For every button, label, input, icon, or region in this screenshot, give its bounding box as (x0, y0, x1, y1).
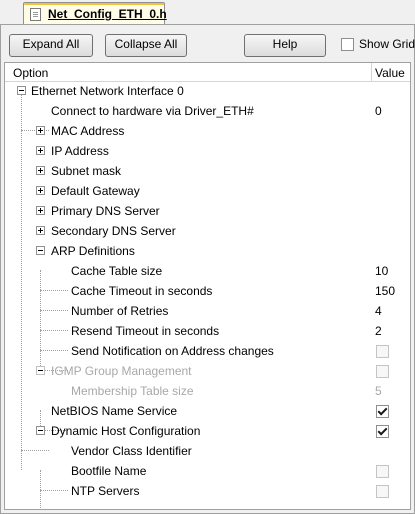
tree-row-number-of-retries[interactable]: Number of Retries 4 (5, 301, 410, 321)
tree-row-netbios-name-service[interactable]: NetBIOS Name Service (5, 401, 410, 421)
collapse-all-button[interactable]: Collapse All (105, 34, 187, 57)
column-separator[interactable] (371, 63, 372, 81)
option-label: Cache Timeout in seconds (71, 284, 213, 298)
option-label: Membership Table size (71, 384, 194, 398)
show-grid-label: Show Grid (359, 37, 415, 51)
show-grid-checkbox[interactable] (341, 38, 354, 51)
option-label: Vendor Class Identifier (71, 444, 192, 458)
collapse-icon[interactable] (36, 426, 45, 435)
expand-icon[interactable] (36, 146, 45, 155)
tree-row-ethernet-interface[interactable]: Ethernet Network Interface 0 (5, 81, 410, 101)
column-header-option[interactable]: Option (13, 66, 48, 80)
expand-icon[interactable] (36, 166, 45, 175)
option-label: Number of Retries (71, 304, 169, 318)
tree-row-ip-address[interactable]: IP Address (5, 141, 410, 161)
option-label: Send Notification on Address changes (71, 344, 274, 358)
show-grid-toggle[interactable]: Show Grid (341, 37, 415, 52)
option-label: Default Gateway (51, 184, 140, 198)
tree-row-ntp-servers[interactable]: NTP Servers (5, 481, 410, 501)
option-value[interactable]: 10 (375, 264, 388, 278)
option-checkbox[interactable] (376, 425, 389, 438)
tab-label: Net_Config_ETH_0.h (48, 7, 167, 21)
option-label: Secondary DNS Server (51, 224, 176, 238)
option-label: Subnet mask (51, 164, 122, 178)
option-label: Resend Timeout in seconds (71, 324, 220, 338)
option-label: Ethernet Network Interface 0 (31, 84, 184, 98)
tree-row-bootfile-name[interactable]: Bootfile Name (5, 461, 410, 481)
options-tree-grid: Option Value Ethernet Network Interface … (4, 62, 411, 510)
option-label: IGMP Group Management (51, 364, 192, 378)
option-label: IP Address (51, 144, 109, 158)
tree-row-arp-definitions[interactable]: ARP Definitions (5, 241, 410, 261)
option-checkbox[interactable] (376, 365, 389, 378)
option-label: NTP Servers (71, 484, 140, 498)
option-label: Primary DNS Server (51, 204, 160, 218)
tab-strip: Net_Config_ETH_0.h (0, 0, 415, 25)
tree-row-membership-table-size[interactable]: Membership Table size 5 (5, 381, 410, 401)
option-label: NetBIOS Name Service (51, 404, 178, 418)
option-checkbox[interactable] (376, 345, 389, 358)
tree-row-vendor-class-identifier[interactable]: Vendor Class Identifier (5, 441, 410, 461)
option-checkbox[interactable] (376, 405, 389, 418)
option-label: Dynamic Host Configuration (51, 424, 201, 438)
tab-net-config-eth[interactable]: Net_Config_ETH_0.h (23, 2, 167, 24)
expand-icon[interactable] (36, 226, 45, 235)
option-label: Connect to hardware via Driver_ETH# (51, 104, 254, 118)
tree-row-igmp-group-management[interactable]: IGMP Group Management (5, 361, 410, 381)
expand-all-button[interactable]: Expand All (9, 34, 93, 57)
option-checkbox[interactable] (376, 485, 389, 498)
expand-icon[interactable] (36, 126, 45, 135)
option-label: Cache Table size (71, 264, 163, 278)
tree-row-mac-address[interactable]: MAC Address (5, 121, 410, 141)
option-label: ARP Definitions (51, 244, 135, 258)
tree-row-default-gateway[interactable]: Default Gateway (5, 181, 410, 201)
tree-row-dynamic-host-configuration[interactable]: Dynamic Host Configuration (5, 421, 410, 441)
help-button[interactable]: Help (244, 34, 326, 57)
option-label: Bootfile Name (71, 464, 147, 478)
tree-row-driver-eth[interactable]: Connect to hardware via Driver_ETH# 0 (5, 101, 410, 121)
tab-highlight (24, 3, 164, 5)
tree-row-subnet-mask[interactable]: Subnet mask (5, 161, 410, 181)
tree-row-send-notification[interactable]: Send Notification on Address changes (5, 341, 410, 361)
expand-icon[interactable] (36, 206, 45, 215)
collapse-icon[interactable] (17, 86, 26, 95)
option-value[interactable]: 4 (375, 304, 382, 318)
tree-row-primary-dns[interactable]: Primary DNS Server (5, 201, 410, 221)
option-value[interactable]: 5 (375, 384, 382, 398)
option-value[interactable]: 150 (375, 284, 395, 298)
tree-row-cache-table-size[interactable]: Cache Table size 10 (5, 261, 410, 281)
collapse-icon[interactable] (36, 366, 45, 375)
tree-row-cache-timeout[interactable]: Cache Timeout in seconds 150 (5, 281, 410, 301)
file-icon (30, 8, 41, 21)
collapse-icon[interactable] (36, 246, 45, 255)
toolbar: Expand All Collapse All Help Show Grid (1, 25, 415, 61)
option-checkbox[interactable] (376, 465, 389, 478)
option-value[interactable]: 0 (375, 104, 382, 118)
expand-icon[interactable] (36, 186, 45, 195)
column-header-value[interactable]: Value (375, 66, 405, 80)
tree-row-resend-timeout[interactable]: Resend Timeout in seconds 2 (5, 321, 410, 341)
grid-header: Option Value (5, 63, 410, 82)
option-label: MAC Address (51, 124, 125, 138)
option-value[interactable]: 2 (375, 324, 382, 338)
tree-row-secondary-dns[interactable]: Secondary DNS Server (5, 221, 410, 241)
configuration-wizard-panel: Expand All Collapse All Help Show Grid O… (0, 25, 415, 514)
